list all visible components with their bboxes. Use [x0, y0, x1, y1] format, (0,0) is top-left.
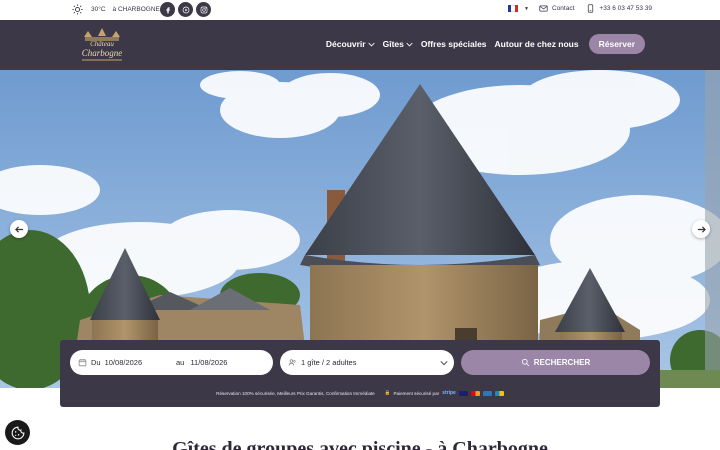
page-headline: Gîtes de groupes avec piscine - à Charbo…	[172, 438, 548, 450]
social-links	[160, 2, 211, 17]
logo-line-1: Château	[90, 40, 114, 48]
secure-payment: 🔒 Paiement sécurisé par stripe	[385, 390, 504, 396]
top-right-links: ▼ Contact +33 6 03 47 53 39	[508, 4, 652, 13]
chateau-logo[interactable]: Château Charbogne	[74, 25, 130, 65]
sun-icon	[72, 4, 83, 15]
main-header: Château Charbogne Découvrir Gîtes Offres…	[0, 20, 720, 70]
search-button[interactable]: RECHERCHER	[461, 350, 650, 375]
phone-number[interactable]: +33 6 03 47 53 39	[599, 5, 652, 12]
facebook-icon[interactable]	[160, 2, 175, 17]
contact-link[interactable]: Contact	[552, 5, 574, 12]
main-nav: Découvrir Gîtes Offres spéciales Autour …	[326, 34, 645, 54]
french-flag-icon[interactable]	[508, 5, 519, 12]
booking-search-panel: Du 10/08/2026 au 11/08/2026 1 gîte / 2 a…	[60, 340, 660, 407]
mastercard-icon	[470, 390, 480, 396]
reassurance-bar: Réservation 100% sécurisée, Meilleurs Pr…	[60, 390, 660, 396]
date-range-field[interactable]: Du 10/08/2026 au 11/08/2026	[70, 350, 273, 375]
page: 30°C à CHARBOGNE ▼ ▼ Contact +33 6 03 47…	[0, 0, 720, 450]
reassurance-text: Réservation 100% sécurisée, Meilleurs Pr…	[216, 390, 375, 396]
temperature: 30°C	[91, 6, 106, 13]
weather-widget[interactable]: 30°C à CHARBOGNE ▼	[72, 4, 171, 15]
nav-item-offres[interactable]: Offres spéciales	[421, 39, 487, 49]
chevron-down-icon	[406, 42, 413, 47]
reserve-button[interactable]: Réserver	[588, 34, 645, 54]
payment-label: Paiement sécurisé par	[393, 390, 440, 396]
phone-icon	[588, 4, 594, 13]
chevron-down-icon	[440, 361, 448, 366]
amex-card-icon	[482, 390, 492, 396]
calendar-icon	[78, 359, 87, 367]
youtube-icon[interactable]	[178, 2, 193, 17]
logo-line-2: Charbogne	[82, 48, 123, 58]
weather-location: à CHARBOGNE	[112, 6, 160, 13]
mail-icon	[539, 5, 548, 12]
nav-label-gites: Gîtes	[382, 39, 404, 49]
instagram-icon[interactable]	[196, 2, 211, 17]
date-to-group[interactable]: au 11/08/2026	[176, 358, 227, 367]
arrow-right-icon	[697, 225, 706, 233]
date-from-label: Du	[91, 358, 101, 367]
nav-item-gites[interactable]: Gîtes	[383, 39, 413, 49]
chevron-down-icon	[367, 42, 375, 47]
date-to-label: au	[176, 358, 185, 367]
visa-card-icon	[458, 390, 468, 396]
search-icon	[521, 358, 529, 367]
cb-card-icon	[494, 390, 504, 396]
guests-select[interactable]: 1 gîte / 2 adultes	[280, 350, 454, 375]
prev-slide-button[interactable]	[10, 220, 28, 238]
nav-label-decouvrir: Découvrir	[325, 39, 366, 49]
nav-item-autour[interactable]: Autour de chez nous	[495, 39, 579, 49]
nav-label-offres: Offres spéciales	[420, 39, 487, 49]
nav-label-autour: Autour de chez nous	[494, 39, 579, 49]
next-slide-button[interactable]	[692, 220, 710, 238]
guests-icon	[288, 359, 296, 366]
arrow-left-icon	[14, 225, 23, 233]
top-bar: 30°C à CHARBOGNE ▼ ▼ Contact +33 6 03 47…	[0, 0, 720, 20]
guests-value: 1 gîte / 2 adultes	[301, 358, 357, 367]
cookie-settings-button[interactable]	[5, 420, 30, 445]
search-button-label: RECHERCHER	[533, 358, 591, 367]
date-to-value: 11/08/2026	[190, 358, 228, 367]
nav-item-decouvrir[interactable]: Découvrir	[326, 39, 375, 49]
date-from-value[interactable]: 10/08/2026	[105, 358, 143, 367]
stripe-logo: stripe	[442, 390, 456, 396]
cookie-icon	[11, 426, 24, 439]
lock-icon: 🔒	[384, 390, 391, 395]
language-caret-icon[interactable]: ▼	[524, 6, 529, 12]
